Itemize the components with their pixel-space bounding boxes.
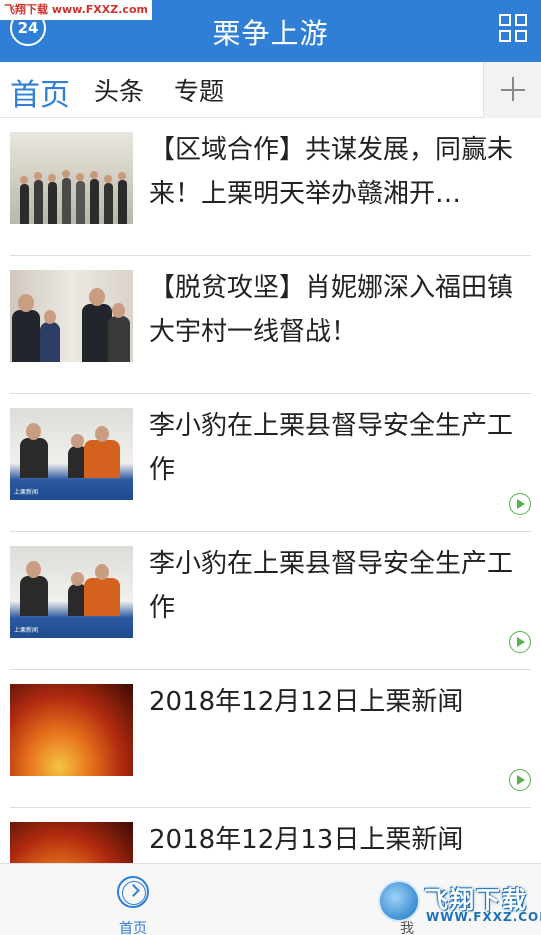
news-list: 【区域合作】共谋发展，同赢未来！上栗明天举办赣湘开… 【脱贫攻坚】肖妮娜深入福田… [0,118,541,863]
news-thumbnail [10,132,133,224]
watermark-icon [378,880,420,922]
tab-topics[interactable]: 专题 [174,72,224,108]
news-item[interactable]: 【脱贫攻坚】肖妮娜深入福田镇大宇村一线督战！ [10,256,531,394]
news-item[interactable]: 【区域合作】共谋发展，同赢未来！上栗明天举办赣湘开… [10,118,531,256]
news-title: 2018年12月12日上栗新闻 [149,687,464,717]
video-thumbnail: 上栗新闻 [10,546,133,638]
video-thumbnail [10,684,133,776]
nav-home-label: 首页 [119,921,147,935]
news-item[interactable]: 2018年12月12日上栗新闻 [10,670,531,808]
app-header: 24 飞翔下载 www.FXXZ.com 栗争上游 [0,0,541,62]
nav-home-button[interactable]: 首页 [102,874,164,935]
news-title: 李小豹在上栗县督导安全生产工作 [149,411,514,485]
video-thumbnail [10,822,133,863]
home-icon [117,876,149,908]
app-title: 栗争上游 [212,17,329,50]
watermark-url: WWW.FXXZ.COM [426,910,541,924]
tab-headlines[interactable]: 头条 [94,72,144,108]
news-title: 李小豹在上栗县督导安全生产工作 [149,549,514,623]
video-play-icon [509,769,531,791]
video-thumbnail: 上栗新闻 [10,408,133,500]
news-title: 【脱贫攻坚】肖妮娜深入福田镇大宇村一线督战！ [149,273,514,347]
thumbnail-caption: 上栗新闻 [14,489,39,496]
news-thumbnail [10,270,133,362]
channel-tabs: 首页 头条 专题 [0,62,541,118]
thumbnail-caption: 上栗新闻 [14,627,39,634]
grid-menu-icon[interactable] [499,14,529,44]
video-play-icon [509,493,531,515]
news-title: 2018年12月13日上栗新闻 [149,825,464,855]
news-title: 【区域合作】共谋发展，同赢未来！上栗明天举办赣湘开… [149,135,514,209]
news-item[interactable]: 上栗新闻 李小豹在上栗县督导安全生产工作 [10,532,531,670]
news-item[interactable]: 2018年12月13日上栗新闻 [10,808,531,863]
watermark-logo: 飞翔下载 WWW.FXXZ.COM [378,878,541,928]
add-channel-button[interactable] [483,62,541,118]
tab-home[interactable]: 首页 [10,70,70,114]
video-play-icon [509,631,531,653]
news-item[interactable]: 上栗新闻 李小豹在上栗县督导安全生产工作 [10,394,531,532]
